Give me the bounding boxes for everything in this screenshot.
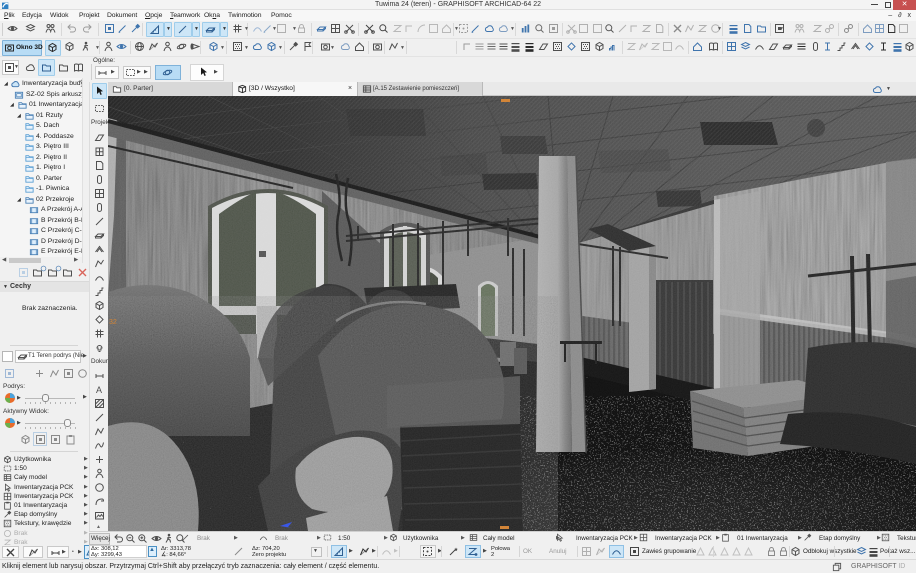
svg-text:A: A	[96, 385, 102, 395]
